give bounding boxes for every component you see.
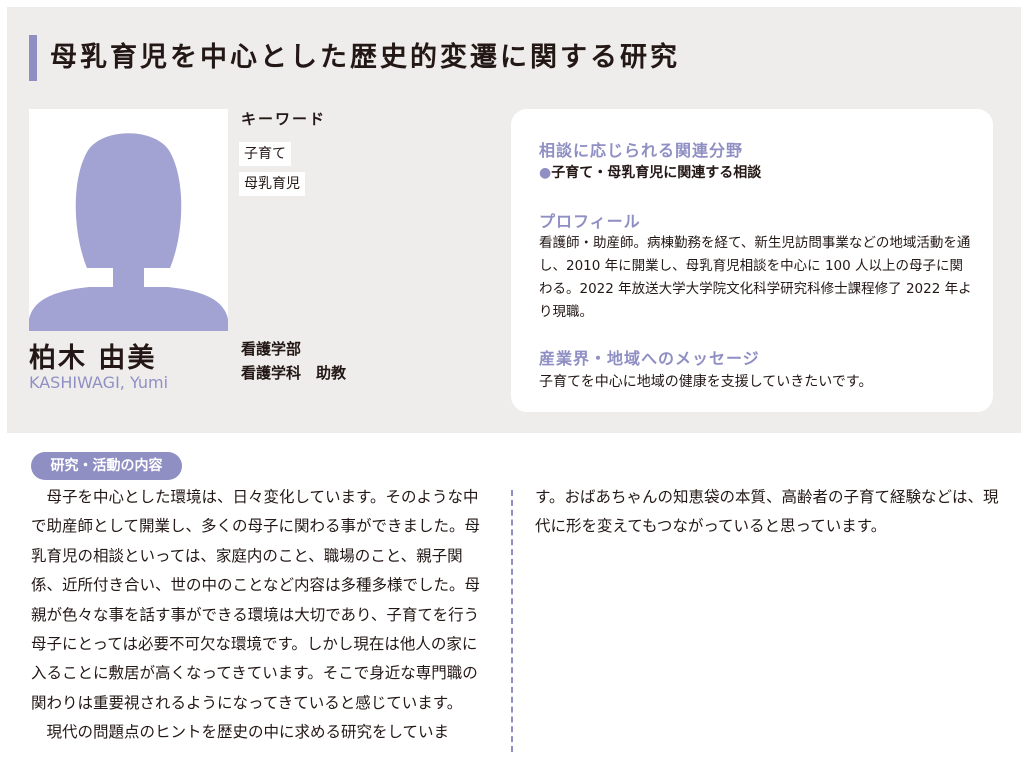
bullet-dot-icon: ● — [539, 165, 552, 181]
research-paragraph-continued: す。おばあちゃんの知恵袋の本質、高齢者の子育て経験などは、現代に形を変えてもつな… — [535, 488, 999, 536]
research-paragraph: 現代の問題点のヒントを歴史の中に求める研究をしていま — [46, 723, 450, 742]
keyword-chip: 子育て — [239, 142, 291, 166]
message-heading: 産業界・地域へのメッセージ — [539, 349, 760, 368]
faculty-label: 看護学部 — [241, 340, 302, 358]
column-divider — [511, 490, 513, 752]
research-text-left: 母子を中心とした環境は、日々変化しています。そのような中で助産師として開業し、多… — [31, 483, 491, 748]
person-name: 柏木 由美 — [29, 343, 157, 374]
department-position-label: 看護学科 助教 — [241, 364, 347, 382]
keyword-chip: 母乳育児 — [239, 172, 305, 196]
research-text-right: す。おばあちゃんの知恵袋の本質、高齢者の子育て経験などは、現代に形を変えてもつな… — [535, 483, 1001, 542]
person-name-roman: KASHIWAGI, Yumi — [29, 373, 169, 392]
keywords-label: キーワード — [241, 110, 327, 128]
profile-text: 看護師・助産師。病棟勤務を経て、新生児訪問事業などの地域活動を通し、2010 年… — [539, 235, 972, 320]
avatar — [29, 109, 228, 331]
title-accent-bar — [29, 35, 37, 81]
profile-heading: プロフィール — [539, 212, 641, 231]
info-card: 相談に応じられる関連分野 ●子育て・母乳育児に関連する相談 プロフィール 看護師… — [511, 109, 993, 412]
research-paragraph: 母子を中心とした環境は、日々変化しています。そのような中で助産師として開業し、多… — [31, 488, 481, 712]
fields-heading: 相談に応じられる関連分野 — [539, 141, 744, 160]
page-title: 母乳育児を中心とした歴史的変遷に関する研究 — [50, 42, 680, 73]
message-text: 子育てを中心に地域の健康を支援していきたいです。 — [539, 374, 873, 390]
fields-item: ●子育て・母乳育児に関連する相談 — [539, 162, 761, 182]
fields-item-text: 子育て・母乳育児に関連する相談 — [551, 165, 762, 181]
research-section-label: 研究・活動の内容 — [31, 452, 182, 480]
person-silhouette-icon — [29, 133, 228, 331]
